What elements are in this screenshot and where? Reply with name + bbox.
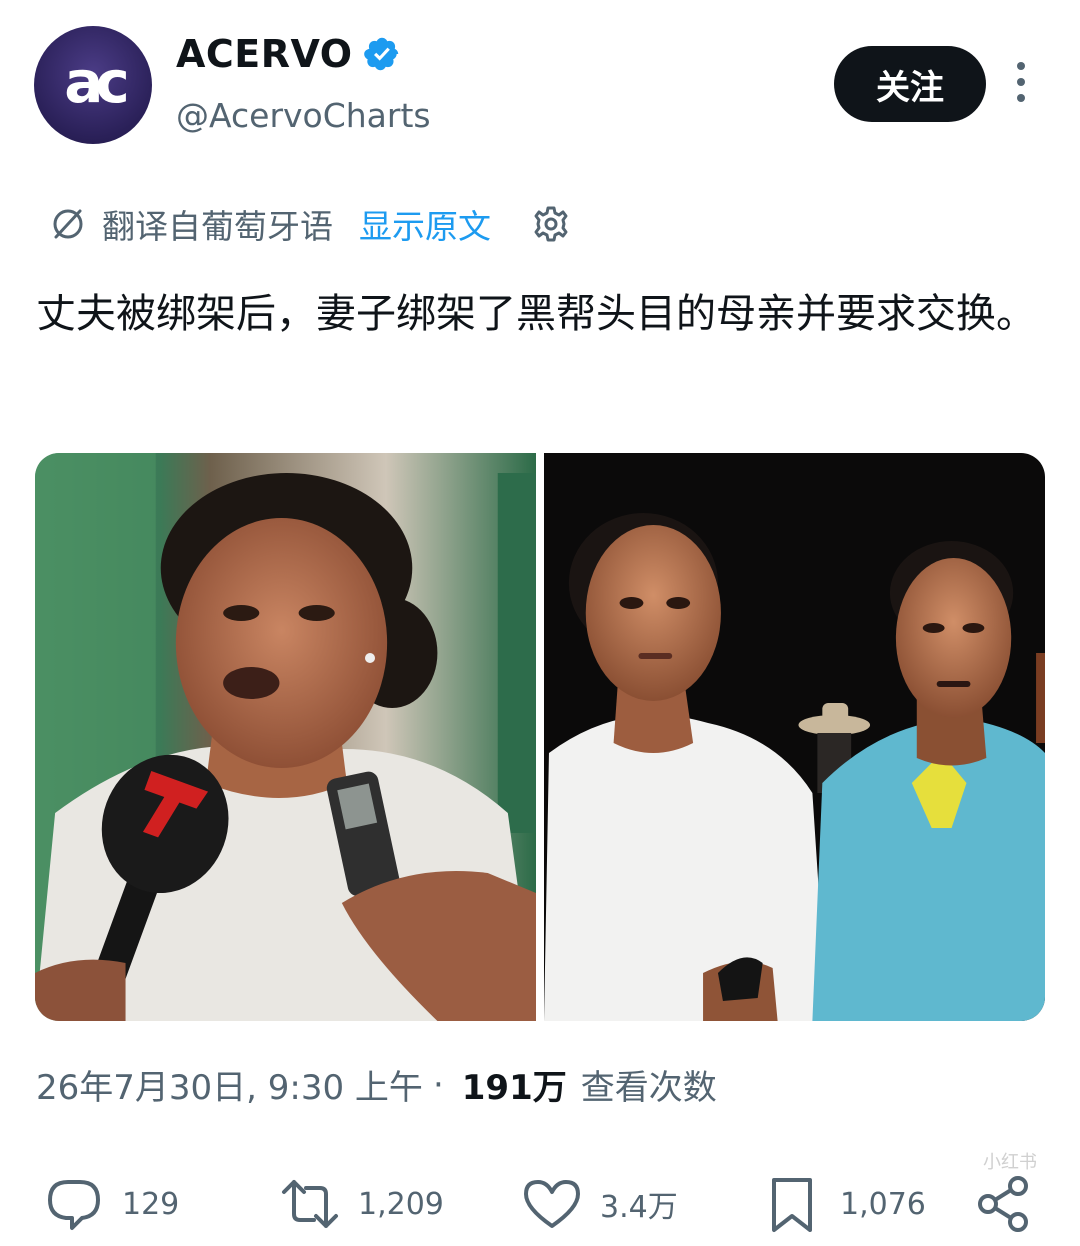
heart-icon — [524, 1180, 580, 1228]
gear-icon[interactable] — [531, 204, 571, 244]
view-count-label: 查看次数 — [580, 1068, 717, 1108]
share-button[interactable] — [974, 1174, 1034, 1234]
retweet-icon — [282, 1180, 338, 1228]
reply-count: 129 — [122, 1186, 180, 1222]
like-count: 3.4万 — [600, 1190, 678, 1225]
more-vertical-icon[interactable] — [1008, 62, 1034, 106]
bookmark-icon — [772, 1178, 812, 1232]
woman-and-man-night-image — [544, 453, 1045, 1021]
watermark: 小红书 — [983, 1152, 1037, 1173]
meta-separator: · — [432, 1064, 444, 1105]
account-name-row[interactable]: ACERVO — [176, 32, 401, 76]
verified-badge-icon — [363, 37, 398, 71]
translated-from-label: 翻译自葡萄牙语 — [102, 207, 333, 246]
tweet-media[interactable] — [35, 453, 1045, 1021]
tweet-timestamp[interactable]: 26年7月30日, 9:30 上午 — [36, 1060, 423, 1109]
account-avatar[interactable]: ac — [34, 26, 152, 144]
like-button[interactable]: 3.4万 — [522, 1174, 678, 1234]
tweet-text: 丈夫被绑架后，妻子绑架了黑帮头目的母亲并要求交换。 — [36, 291, 1036, 337]
translation-bar: 翻译自葡萄牙语 显示原文 — [48, 200, 571, 248]
follow-button[interactable]: 关注 — [834, 46, 986, 122]
tweet-action-bar: 129 1,209 3.4万 1,076 — [0, 1166, 1080, 1246]
retweet-count: 1,209 — [358, 1186, 444, 1222]
show-original-link[interactable]: 显示原文 — [359, 200, 491, 248]
woman-interview-image — [35, 453, 536, 1021]
bookmark-count: 1,076 — [840, 1186, 926, 1222]
retweet-button[interactable]: 1,209 — [280, 1174, 444, 1234]
account-handle[interactable]: @AcervoCharts — [176, 96, 431, 135]
display-name[interactable]: ACERVO — [176, 32, 353, 76]
share-icon — [978, 1176, 1028, 1232]
tweet-meta: 26年7月30日, 9:30 上午 · 191万 查看次数 — [36, 1060, 717, 1109]
avatar-logo-text: ac — [64, 48, 129, 116]
reply-button[interactable]: 129 — [44, 1174, 179, 1234]
view-count: 191万 — [461, 1068, 567, 1108]
media-photo-1[interactable] — [35, 453, 536, 1021]
bookmark-button[interactable]: 1,076 — [762, 1174, 926, 1234]
media-photo-2[interactable] — [544, 453, 1045, 1021]
translate-icon — [53, 209, 83, 239]
reply-icon — [48, 1180, 100, 1230]
